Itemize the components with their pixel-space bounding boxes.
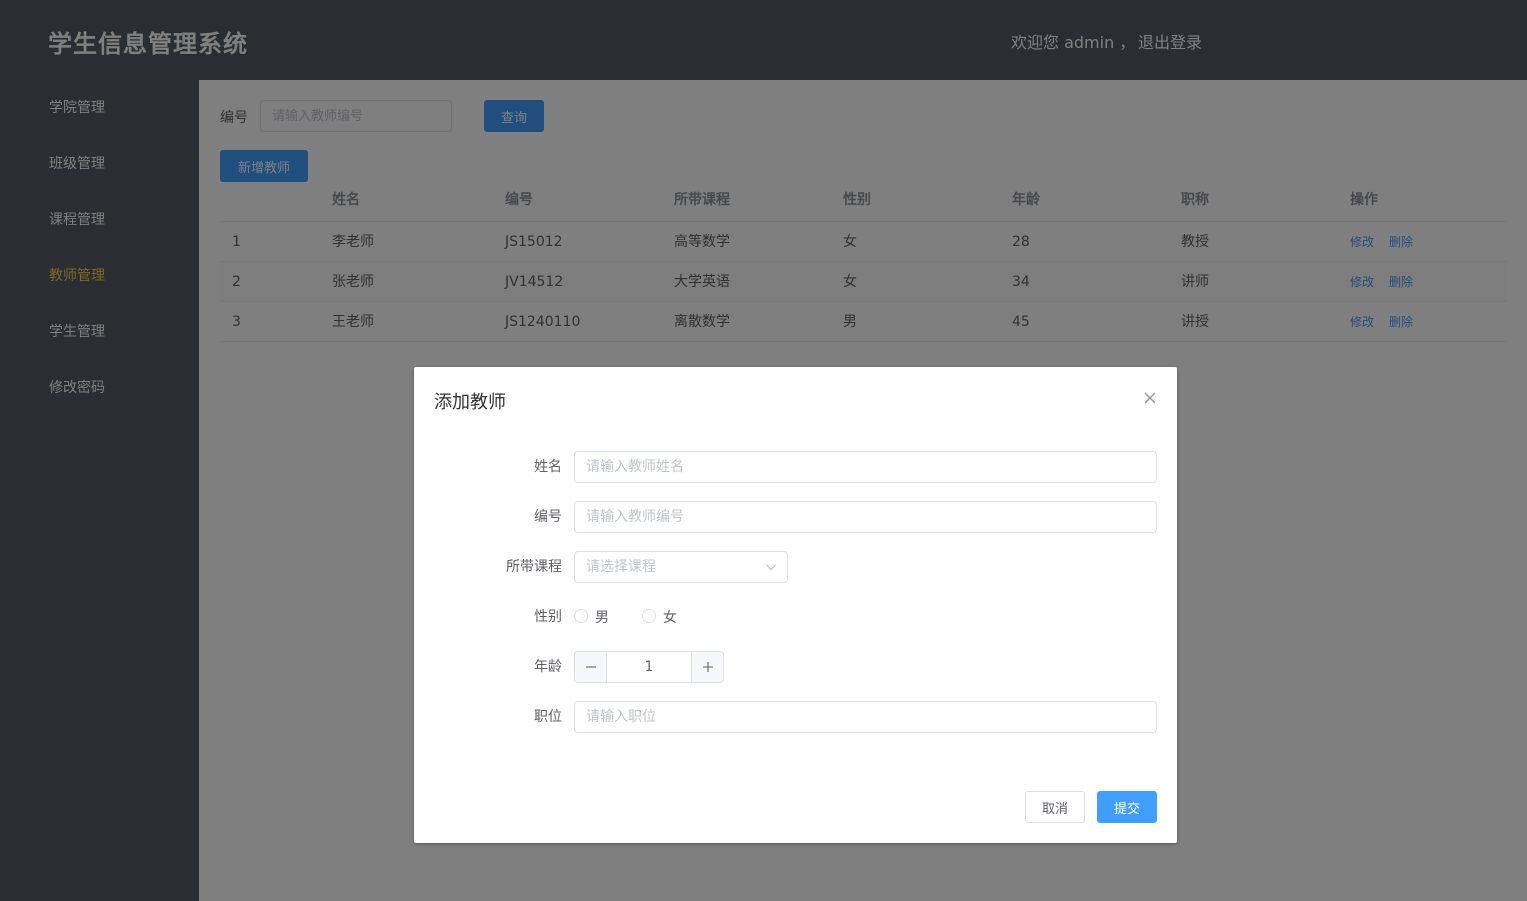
gender-male-label: 男 — [595, 610, 609, 626]
teacher-name-input[interactable] — [574, 451, 1157, 483]
radio-circle — [574, 609, 588, 623]
age-stepper: 1 — [574, 651, 724, 683]
gender-female-label: 女 — [663, 610, 677, 626]
radio-circle — [642, 609, 656, 623]
submit-button[interactable]: 提交 — [1097, 791, 1157, 823]
code-label: 编号 — [534, 509, 562, 525]
plus-icon — [702, 662, 713, 672]
teacher-code-input[interactable] — [574, 501, 1157, 533]
course-label: 所带课程 — [506, 559, 562, 575]
position-input[interactable] — [574, 701, 1157, 733]
cancel-button[interactable]: 取消 — [1025, 791, 1085, 823]
chevron-down-icon — [766, 564, 776, 571]
gender-label: 性别 — [534, 609, 562, 625]
age-value[interactable]: 1 — [608, 652, 690, 682]
course-select[interactable]: 请选择课程 — [574, 551, 788, 583]
position-label: 职位 — [534, 709, 562, 725]
close-icon[interactable] — [1141, 389, 1159, 407]
minus-icon — [585, 666, 596, 668]
add-teacher-dialog: 添加教师 姓名 编号 所带课程 请选择课程 性别 男 女 年龄 1 职位 取消 … — [414, 367, 1177, 843]
course-select-placeholder: 请选择课程 — [586, 559, 656, 575]
dialog-title: 添加教师 — [434, 392, 506, 413]
age-label: 年龄 — [534, 659, 562, 675]
decrement-button[interactable] — [575, 652, 607, 682]
name-label: 姓名 — [534, 459, 562, 475]
increment-button[interactable] — [691, 652, 723, 682]
